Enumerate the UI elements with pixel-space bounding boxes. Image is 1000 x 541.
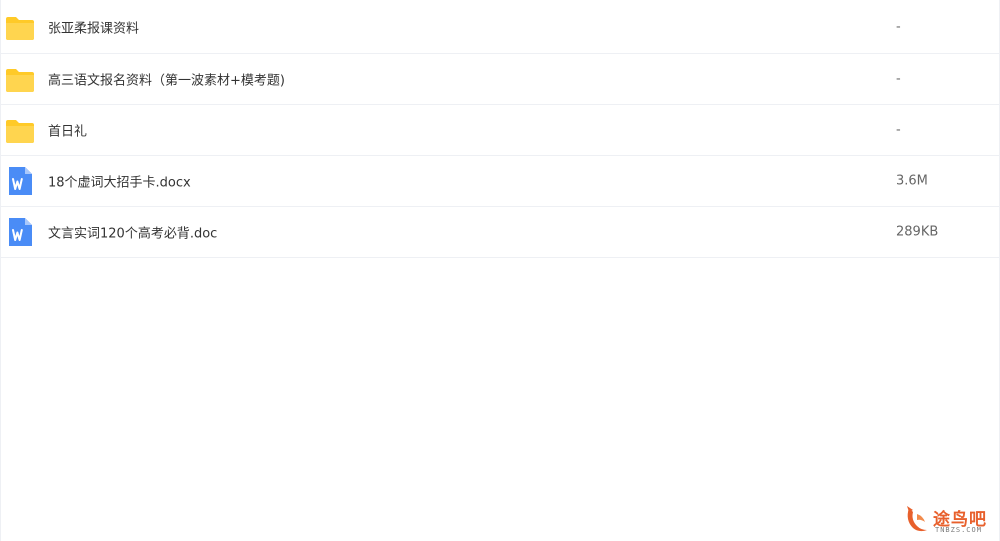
- folder-icon: [6, 69, 34, 92]
- watermark-subtext: TNBZS.COM: [935, 526, 982, 534]
- file-row[interactable]: 张亚柔报课资料 -: [1, 1, 999, 54]
- file-row[interactable]: 18个虚词大招手卡.docx 3.6M: [1, 156, 999, 207]
- file-row[interactable]: 高三语文报名资料（第一波素材+模考题) -: [1, 54, 999, 105]
- file-name[interactable]: 高三语文报名资料（第一波素材+模考题): [48, 70, 285, 89]
- word-doc-icon: [9, 218, 32, 246]
- file-size: 289KB: [896, 224, 939, 240]
- watermark: 途鸟吧 TNBZS.COM: [903, 503, 995, 537]
- file-row[interactable]: 首日礼 -: [1, 105, 999, 156]
- file-name[interactable]: 首日礼: [48, 121, 87, 140]
- file-size: -: [896, 122, 901, 138]
- file-name[interactable]: 张亚柔报课资料: [48, 18, 139, 37]
- file-list: 张亚柔报课资料 - 高三语文报名资料（第一波素材+模考题) - 首日礼 - 18…: [1, 1, 999, 258]
- file-browser: 张亚柔报课资料 - 高三语文报名资料（第一波素材+模考题) - 首日礼 - 18…: [0, 0, 1000, 541]
- bird-logo-icon: [907, 506, 927, 532]
- file-name[interactable]: 18个虚词大招手卡.docx: [48, 172, 191, 191]
- word-doc-icon: [9, 167, 32, 195]
- folder-icon: [6, 120, 34, 143]
- folder-icon: [6, 17, 34, 40]
- file-size: -: [896, 71, 901, 87]
- file-size: 3.6M: [896, 173, 928, 189]
- file-size: -: [896, 19, 901, 35]
- file-row[interactable]: 文言实词120个高考必背.doc 289KB: [1, 207, 999, 258]
- file-name[interactable]: 文言实词120个高考必背.doc: [48, 223, 217, 242]
